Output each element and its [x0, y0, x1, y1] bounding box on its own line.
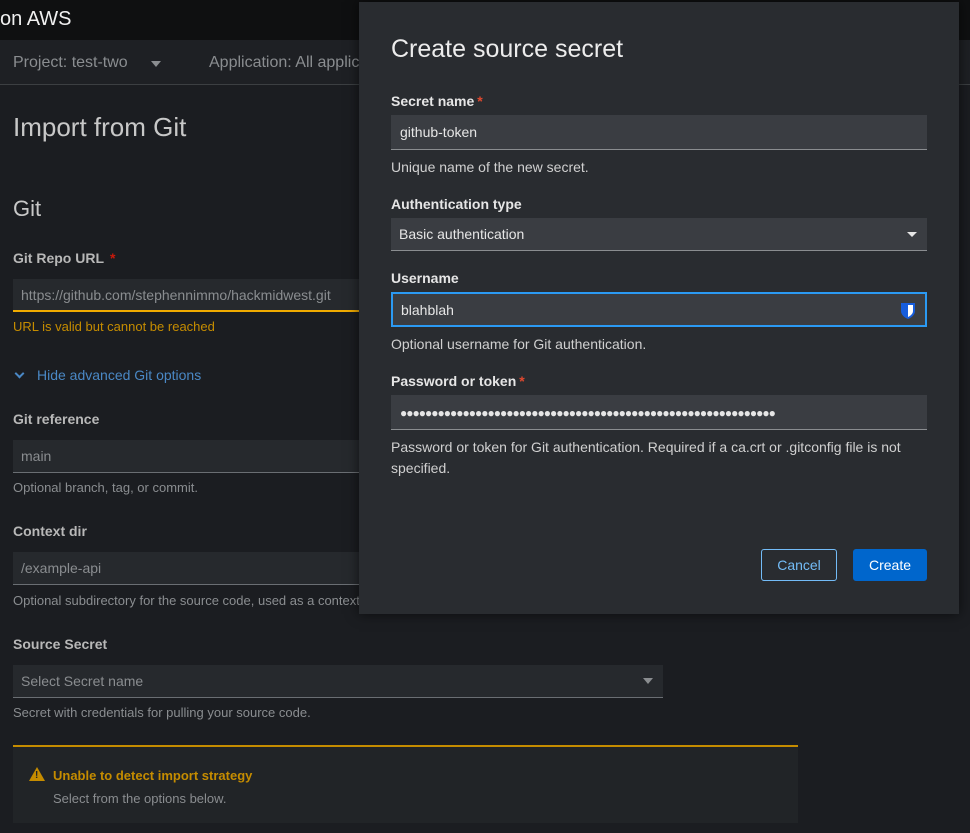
- git-reference-helper: Optional branch, tag, or commit.: [13, 480, 198, 495]
- source-secret-helper: Secret with credentials for pulling your…: [13, 705, 311, 720]
- warning-icon: !: [29, 767, 45, 781]
- git-reference-input[interactable]: main: [13, 440, 413, 473]
- auth-type-select[interactable]: Basic authentication: [391, 218, 927, 251]
- page-title: Import from Git: [13, 112, 187, 142]
- password-helper: Password or token for Git authentication…: [391, 439, 901, 476]
- secret-name-helper: Unique name of the new secret.: [391, 159, 589, 175]
- username-helper: Optional username for Git authentication…: [391, 336, 647, 352]
- project-selector[interactable]: Project: test-two: [13, 54, 128, 72]
- auth-type-label: Authentication type: [391, 196, 522, 212]
- chevron-down-icon: [14, 368, 25, 379]
- password-manager-icon[interactable]: [900, 302, 916, 320]
- git-repo-url-input[interactable]: https://github.com/stephennimmo/hackmidw…: [13, 279, 413, 312]
- masthead-title: on AWS: [0, 8, 72, 30]
- context-dir-label: Context dir: [13, 523, 87, 539]
- chevron-down-icon: [907, 232, 917, 237]
- section-title: Git: [13, 196, 42, 221]
- create-button[interactable]: Create: [853, 549, 927, 581]
- password-label: Password or token *: [391, 373, 525, 389]
- import-strategy-alert: ! Unable to detect import strategy Selec…: [13, 745, 798, 823]
- source-secret-label: Source Secret: [13, 636, 108, 652]
- username-label: Username: [391, 270, 459, 286]
- alert-title: Unable to detect import strategy: [53, 768, 253, 783]
- chevron-down-icon: [643, 678, 653, 684]
- alert-body: Select from the options below.: [53, 791, 227, 806]
- password-input[interactable]: ●●●●●●●●●●●●●●●●●●●●●●●●●●●●●●●●●●●●●●●●…: [391, 395, 927, 430]
- chevron-down-icon[interactable]: [151, 61, 161, 67]
- git-repo-url-helper: URL is valid but cannot be reached: [13, 319, 215, 334]
- secret-name-label: Secret name *: [391, 93, 483, 109]
- cancel-button[interactable]: Cancel: [761, 549, 837, 581]
- hide-advanced-options-link[interactable]: Hide advanced Git options: [13, 367, 201, 383]
- git-reference-label: Git reference: [13, 411, 100, 427]
- git-repo-url-label: Git Repo URL *: [13, 250, 116, 266]
- context-dir-input[interactable]: /example-api: [13, 552, 413, 585]
- application-selector[interactable]: Application: All applic: [209, 54, 359, 72]
- source-secret-select[interactable]: Select Secret name: [13, 665, 663, 698]
- username-input[interactable]: blahblah: [391, 292, 927, 327]
- create-source-secret-modal: Create source secret Secret name * github…: [359, 2, 959, 614]
- modal-title: Create source secret: [391, 35, 624, 63]
- secret-name-input[interactable]: github-token: [391, 115, 927, 150]
- context-dir-helper: Optional subdirectory for the source cod…: [13, 593, 360, 608]
